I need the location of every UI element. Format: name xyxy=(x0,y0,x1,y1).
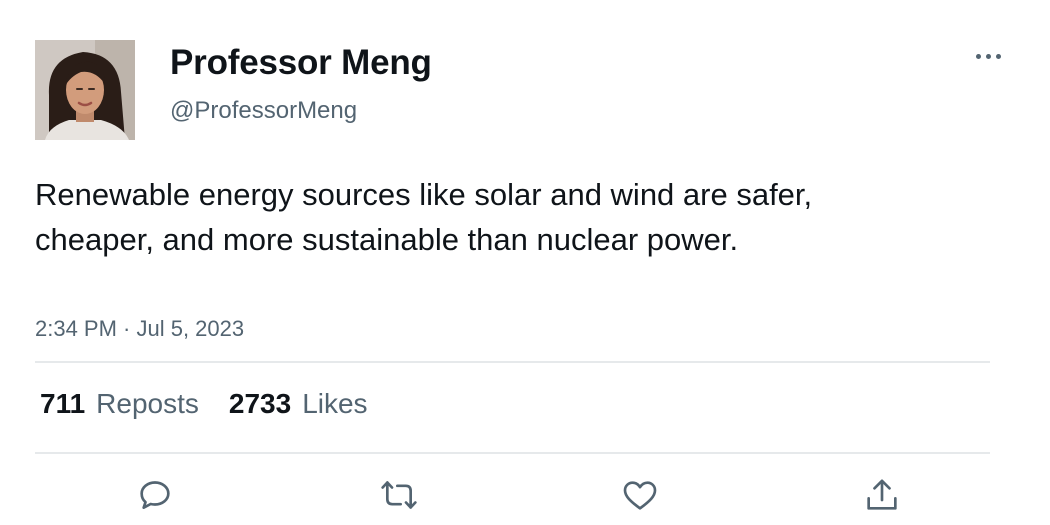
post-timestamp[interactable]: 2:34 PM · Jul 5, 2023 xyxy=(35,314,244,344)
divider xyxy=(35,361,990,363)
like-icon xyxy=(623,481,657,510)
reply-button[interactable] xyxy=(130,470,180,520)
post-text: Renewable energy sources like solar and … xyxy=(35,177,813,257)
likes-stat[interactable]: 2733 Likes xyxy=(229,384,368,424)
repost-button[interactable] xyxy=(374,470,424,520)
reposts-count: 711 xyxy=(40,388,86,419)
divider xyxy=(35,452,990,454)
likes-count: 2733 xyxy=(228,388,292,419)
more-options-icon-dot xyxy=(985,53,991,59)
share-icon xyxy=(867,479,897,510)
engagement-stats: 711 Reposts 2733 Likes xyxy=(40,384,398,424)
tweet-card: Professor Meng @ProfessorMeng Renewable … xyxy=(0,0,1050,525)
likes-label: Likes xyxy=(302,388,368,419)
author-display-name[interactable]: Professor Meng xyxy=(170,42,432,84)
author-handle[interactable]: @ProfessorMeng xyxy=(170,96,357,126)
reposts-stat[interactable]: 711 Reposts xyxy=(40,384,199,424)
reposts-label: Reposts xyxy=(96,388,199,419)
repost-icon xyxy=(381,481,417,509)
action-bar xyxy=(0,470,1050,520)
avatar[interactable] xyxy=(35,40,135,140)
more-options-icon-dot xyxy=(995,53,1001,59)
profile-photo xyxy=(35,40,135,140)
reply-icon xyxy=(140,481,170,509)
like-button[interactable] xyxy=(615,470,665,520)
more-options-icon xyxy=(975,53,981,59)
more-options-button[interactable] xyxy=(966,40,1010,72)
share-button[interactable] xyxy=(857,470,907,520)
